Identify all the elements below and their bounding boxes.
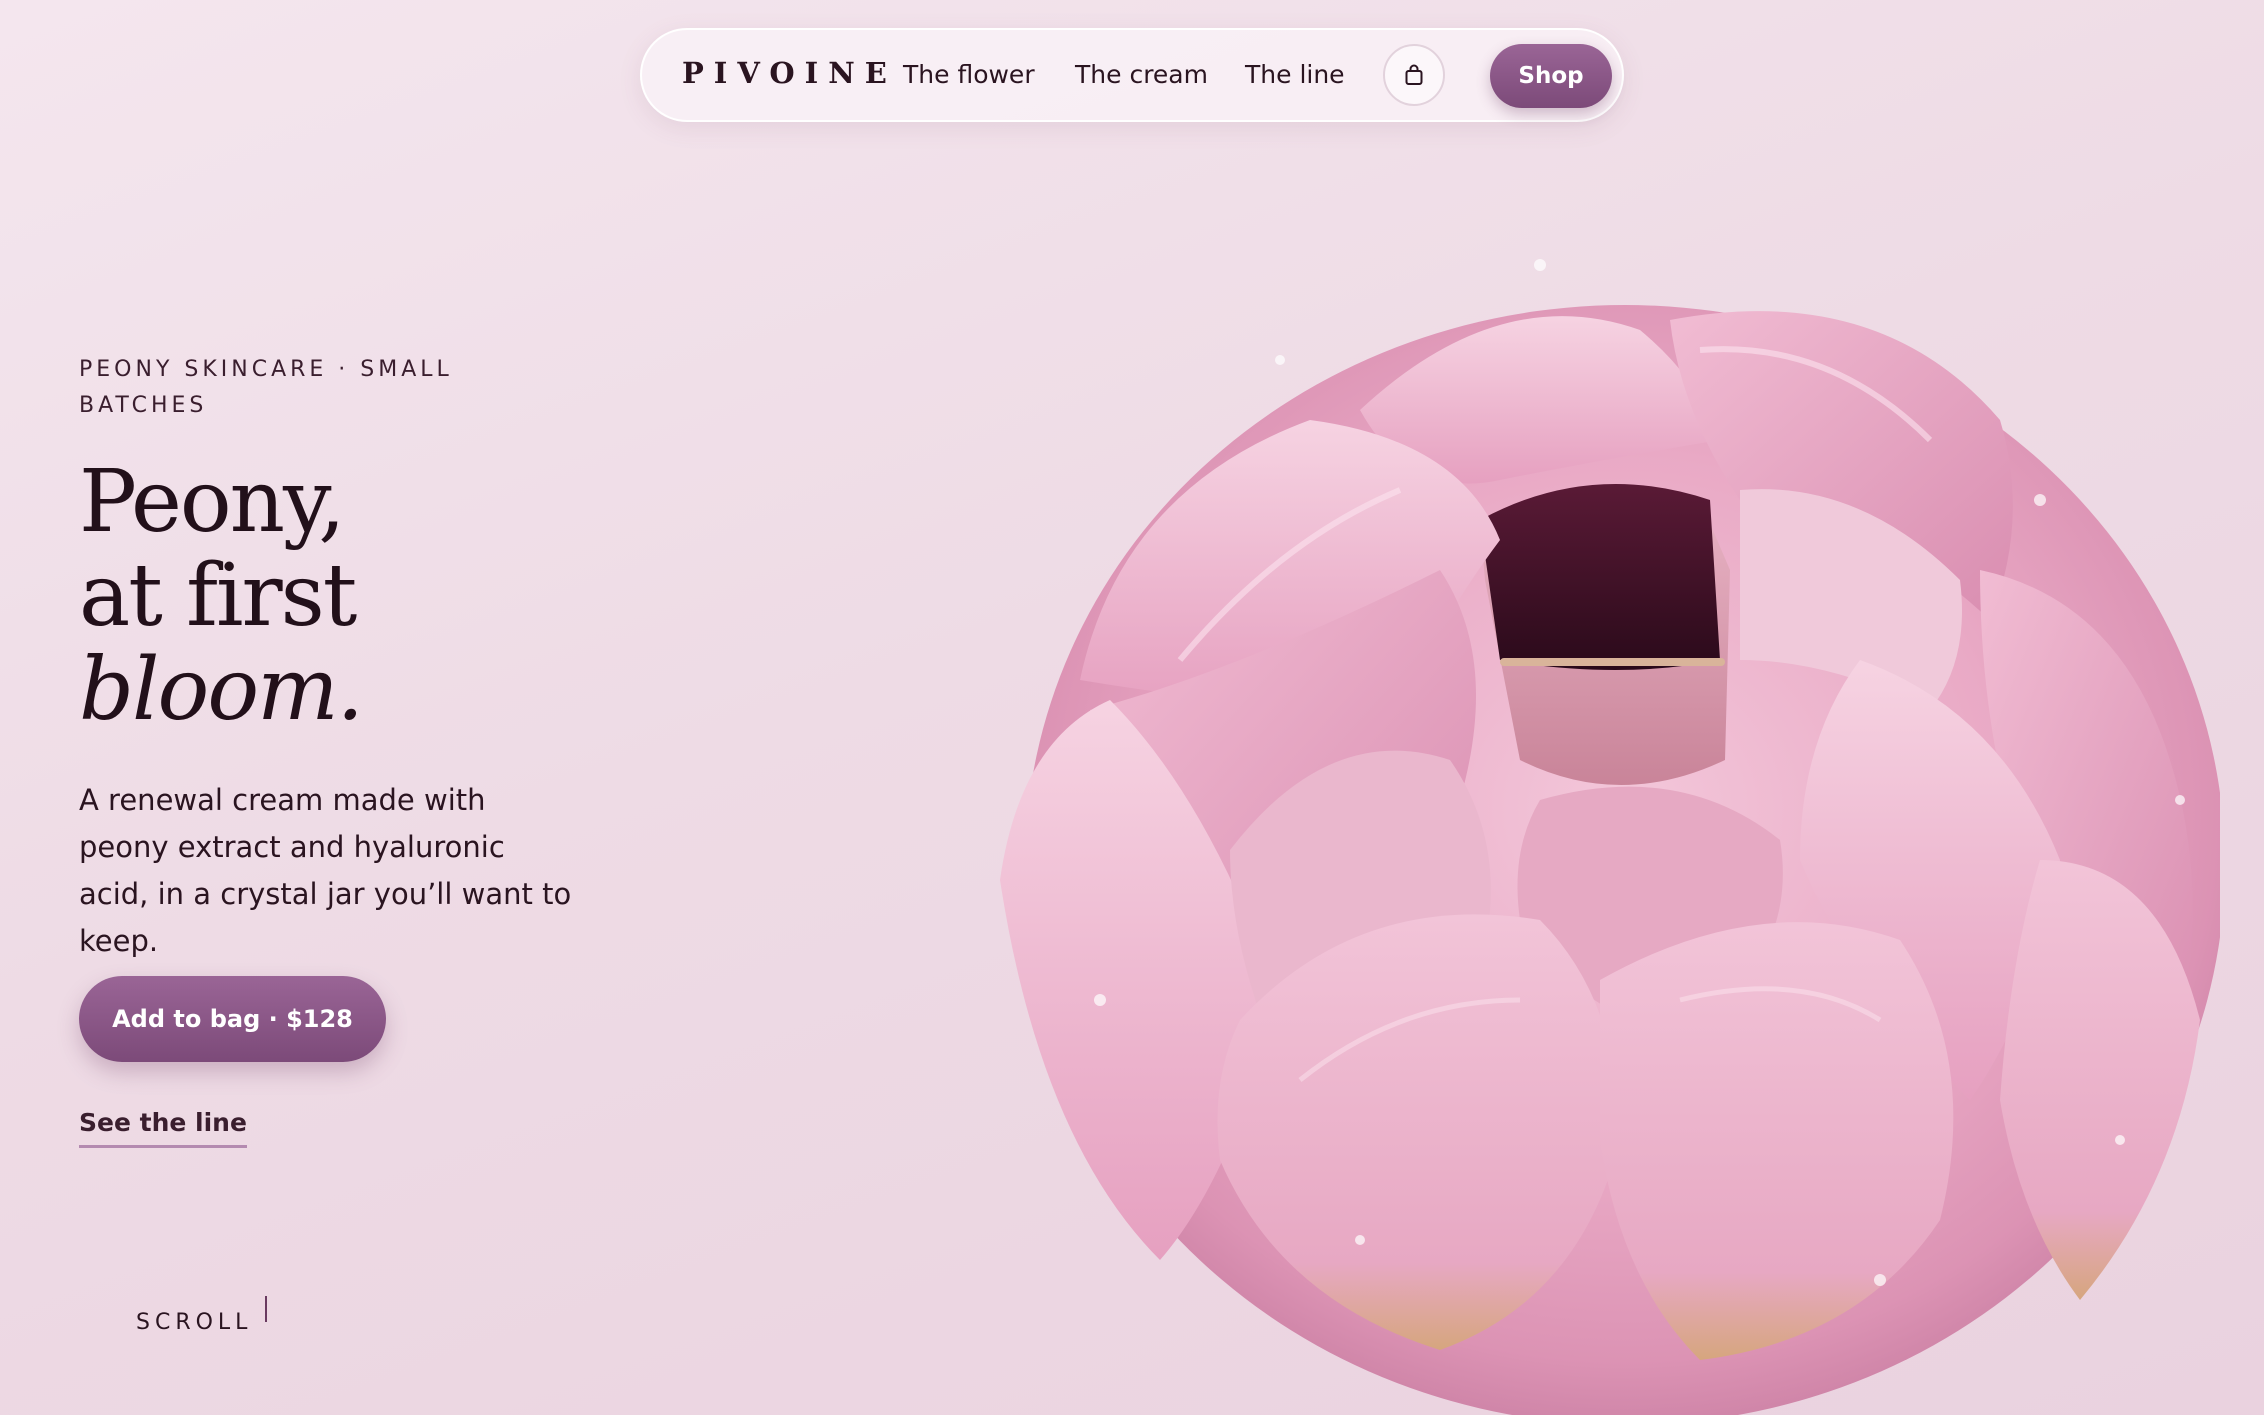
top-nav: PIVOINE The flower The cream The line Sh… (640, 28, 1624, 122)
shopping-bag-icon (1405, 64, 1423, 85)
headline-line-2: at first (79, 546, 357, 646)
hero-headline: Peony, at first bloom. (79, 452, 364, 740)
nav-link-the-flower[interactable]: The flower (903, 60, 1035, 89)
brand-logo[interactable]: PIVOINE (682, 56, 897, 90)
add-to-bag-button[interactable]: Add to bag · $128 (79, 976, 386, 1062)
nav-link-the-line[interactable]: The line (1245, 60, 1345, 89)
headline-line-1: Peony, (79, 452, 346, 552)
bag-button[interactable] (1383, 44, 1445, 106)
hero-eyebrow: PEONY SKINCARE · SMALL BATCHES (79, 357, 453, 418)
scroll-indicator-label: SCROLL (136, 1310, 253, 1335)
peony-hero-image (1000, 259, 2220, 1415)
see-the-line-link[interactable]: See the line (79, 1108, 247, 1148)
scroll-indicator-line (265, 1296, 267, 1322)
shop-button[interactable]: Shop (1490, 44, 1612, 108)
nav-link-the-cream[interactable]: The cream (1075, 60, 1208, 89)
hero-description: A renewal cream made with peony extract … (79, 783, 572, 958)
headline-line-3: bloom. (79, 640, 364, 740)
